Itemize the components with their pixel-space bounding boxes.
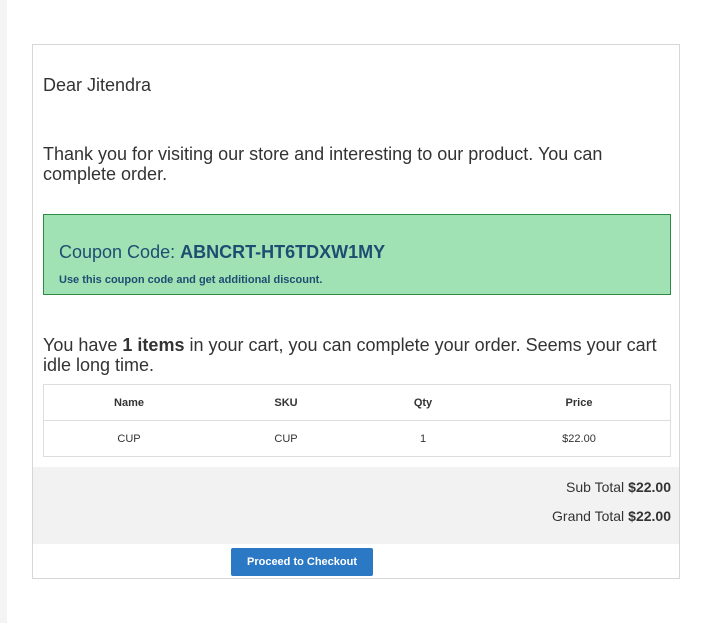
subtotal-label: Sub Total	[566, 479, 625, 495]
totals-panel: Sub Total $22.00 Grand Total $22.00	[33, 467, 679, 544]
cart-item-count: 1 items	[122, 335, 185, 355]
coupon-label: Coupon Code:	[59, 242, 176, 262]
cell-sku: CUP	[274, 433, 298, 445]
grandtotal-value: $22.00	[628, 508, 671, 524]
subtotal-value: $22.00	[628, 479, 671, 495]
column-header-sku: SKU	[274, 397, 298, 409]
column-header-name: Name	[114, 397, 144, 409]
coupon-code: ABNCRT-HT6TDXW1MY	[180, 242, 386, 262]
email-card: Dear Jitendra Thank you for visiting our…	[32, 44, 680, 579]
grandtotal-line: Grand Total $22.00	[552, 508, 671, 524]
coupon-box: Coupon Code: ABNCRT-HT6TDXW1MY Use this …	[43, 214, 671, 295]
greeting-text: Dear Jitendra	[43, 75, 152, 95]
cart-table: Name SKU Qty Price CUP CUP 1 $22.00	[43, 384, 671, 457]
coupon-line: Coupon Code: ABNCRT-HT6TDXW1MY	[59, 242, 385, 262]
subtotal-line: Sub Total $22.00	[566, 479, 671, 495]
intro-text: Thank you for visiting our store and int…	[43, 144, 603, 184]
grandtotal-label: Grand Total	[552, 508, 625, 524]
cell-price: $22.00	[562, 433, 596, 445]
cart-message: You have 1 items in your cart, you can c…	[43, 335, 673, 375]
proceed-to-checkout-button[interactable]: Proceed to Checkout	[231, 548, 373, 576]
cell-qty: 1	[419, 433, 427, 445]
cart-message-before: You have	[43, 335, 123, 355]
coupon-note: Use this coupon code and get additional …	[59, 274, 323, 286]
table-header-row: Name SKU Qty Price	[44, 385, 670, 421]
email-page: Dear Jitendra Thank you for visiting our…	[7, 0, 707, 623]
cell-name: CUP	[117, 433, 141, 445]
column-header-qty: Qty	[413, 397, 433, 409]
column-header-price: Price	[565, 397, 593, 409]
table-row: CUP CUP 1 $22.00	[44, 421, 670, 457]
